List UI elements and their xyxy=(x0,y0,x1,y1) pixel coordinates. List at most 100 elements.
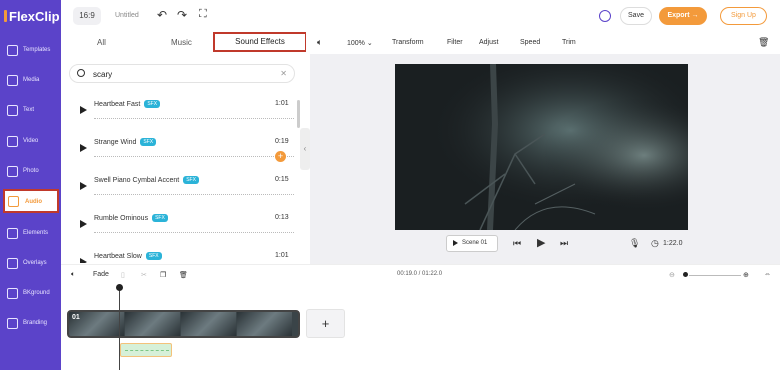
sfx-name: Strange Wind xyxy=(94,138,137,146)
add-scene-button[interactable]: + xyxy=(306,309,345,338)
clock-icon: ◷ xyxy=(651,238,659,248)
waveform xyxy=(94,156,294,157)
sign-up-button[interactable]: Sign Up xyxy=(720,7,767,25)
layers-icon xyxy=(7,45,18,56)
search-icon xyxy=(77,69,85,77)
sfx-duration: 0:19 xyxy=(275,138,289,145)
timeline-toolbar: 🔈︎ Fade ▯ ✂︎ ❐ 🗑︎ 00:19.0 / 01:22.0 ⊖ ⊕ … xyxy=(61,264,780,284)
add-sfx-button[interactable]: + xyxy=(275,151,286,162)
transform-button[interactable]: Transform xyxy=(392,39,424,46)
video-duration: 1:22.0 xyxy=(663,240,683,247)
speed-button[interactable]: Speed xyxy=(520,39,540,46)
list-item[interactable]: Strange Wind SFX 0:19 xyxy=(61,126,306,164)
export-button[interactable]: Export → xyxy=(659,7,707,25)
sidebar-item-overlays[interactable]: Overlays xyxy=(0,250,61,278)
app-logo[interactable]: FlexClip xyxy=(4,6,60,26)
scene-selector[interactable]: Scene 01 xyxy=(446,235,498,252)
video-preview[interactable] xyxy=(395,64,688,230)
zoom-slider-handle[interactable] xyxy=(683,272,688,277)
chat-icon[interactable] xyxy=(599,10,611,22)
filter-button[interactable]: Filter xyxy=(447,39,463,46)
undo-icon[interactable]: ↶ xyxy=(157,8,167,22)
list-item[interactable]: Rumble Ominous SFX 0:13 xyxy=(61,202,306,240)
sfx-duration: 1:01 xyxy=(275,100,289,107)
microphone-icon[interactable]: 🎙︎ xyxy=(629,238,640,249)
list-item[interactable]: Heartbeat Slow SFX 1:01 xyxy=(61,240,306,263)
list-item[interactable]: Heartbeat Fast SFX 1:01 xyxy=(61,88,306,126)
clear-icon[interactable]: ✕ xyxy=(280,69,287,78)
clip-thumbnail xyxy=(237,312,292,336)
aspect-ratio-button[interactable]: 16:9 xyxy=(73,7,101,25)
zoom-out-icon[interactable]: ⊖ xyxy=(669,271,675,279)
list-scrollbar[interactable] xyxy=(297,100,300,128)
next-icon[interactable]: ⏭︎ xyxy=(560,238,568,249)
sidebar-item-media[interactable]: Media xyxy=(0,67,61,95)
sfx-list: Heartbeat Fast SFX 1:01 Strange Wind SFX 0… xyxy=(61,88,306,263)
play-icon[interactable] xyxy=(80,258,87,263)
sidebar-item-audio[interactable]: Audio xyxy=(3,189,59,213)
waveform xyxy=(94,232,294,233)
project-title[interactable]: Untitled xyxy=(115,12,139,19)
photo-icon xyxy=(7,166,18,177)
previous-icon[interactable]: ⏮︎ xyxy=(513,238,521,249)
list-item[interactable]: Swell Piano Cymbal Accent SFX 0:15 xyxy=(61,164,306,202)
sidebar-item-templates[interactable]: Templates xyxy=(0,37,61,65)
adjust-button[interactable]: Adjust xyxy=(479,39,498,46)
sfx-duration: 1:01 xyxy=(275,252,289,259)
timeline-time: 00:19.0 / 01:22.0 xyxy=(397,271,443,277)
audio-clip[interactable] xyxy=(120,343,172,357)
play-icon[interactable] xyxy=(80,106,87,114)
play-icon[interactable] xyxy=(80,220,87,228)
play-icon xyxy=(453,240,458,246)
zoom-in-icon[interactable]: ⊕ xyxy=(743,271,749,279)
sfx-badge: SFX xyxy=(144,100,161,108)
sfx-name: Heartbeat Fast xyxy=(94,100,141,108)
delete-icon[interactable]: 🗑︎ xyxy=(758,37,769,48)
cut-icon[interactable]: ✂︎ xyxy=(141,271,147,279)
music-note-icon xyxy=(8,196,19,207)
audio-tabs: All Music Sound Effects xyxy=(61,31,307,54)
fade-button[interactable]: Fade xyxy=(93,271,109,278)
search-query: scary xyxy=(93,70,113,79)
tab-music[interactable]: Music xyxy=(171,38,192,47)
video-clip[interactable]: 01 xyxy=(67,310,300,338)
play-button[interactable]: ▶︎ xyxy=(537,236,545,249)
volume-icon[interactable]: 🔈︎ xyxy=(71,271,75,279)
trim-button[interactable]: Trim xyxy=(562,39,576,46)
duplicate-icon[interactable]: ❐ xyxy=(160,271,166,279)
save-button[interactable]: Save xyxy=(620,7,652,25)
sidebar-item-branding[interactable]: Branding xyxy=(0,310,61,338)
background-icon xyxy=(7,288,18,299)
sidebar-item-elements[interactable]: Elements xyxy=(0,220,61,248)
zoom-select[interactable]: 100% ⌄ xyxy=(347,39,373,47)
sfx-name: Rumble Ominous xyxy=(94,214,149,222)
sfx-name: Heartbeat Slow xyxy=(94,252,142,260)
fit-timeline-icon[interactable]: ⇔ xyxy=(764,271,771,278)
sfx-badge: SFX xyxy=(152,214,168,222)
video-icon xyxy=(7,136,18,147)
play-icon[interactable] xyxy=(80,182,87,190)
sidebar-item-text[interactable]: Text xyxy=(0,97,61,125)
tab-all[interactable]: All xyxy=(97,38,106,47)
video-frame-image xyxy=(395,64,688,230)
play-icon[interactable] xyxy=(80,144,87,152)
delete-icon[interactable]: 🗑︎ xyxy=(179,271,188,279)
playhead[interactable] xyxy=(119,285,120,370)
image-icon xyxy=(7,75,18,86)
split-icon[interactable]: ▯ xyxy=(121,271,125,279)
playhead-handle[interactable] xyxy=(116,284,123,291)
sidebar-item-photo[interactable]: Photo xyxy=(0,158,61,186)
collapse-panel-button[interactable]: ‹ xyxy=(300,128,310,170)
redo-icon[interactable]: ↷ xyxy=(177,8,187,22)
search-input[interactable]: scary ✕ xyxy=(69,64,295,83)
tab-sound-effects[interactable]: Sound Effects xyxy=(213,32,307,52)
clip-thumbnail xyxy=(125,312,180,336)
sfx-duration: 0:15 xyxy=(275,176,289,183)
volume-icon[interactable]: 🔈︎ xyxy=(317,37,322,48)
fullscreen-icon[interactable]: ⛶ xyxy=(199,8,207,21)
sidebar-item-bkground[interactable]: BKground xyxy=(0,280,61,308)
zoom-slider[interactable] xyxy=(689,275,741,276)
sidebar-item-video[interactable]: Video xyxy=(0,128,61,156)
waveform xyxy=(94,118,294,119)
sfx-badge: SFX xyxy=(183,176,199,184)
